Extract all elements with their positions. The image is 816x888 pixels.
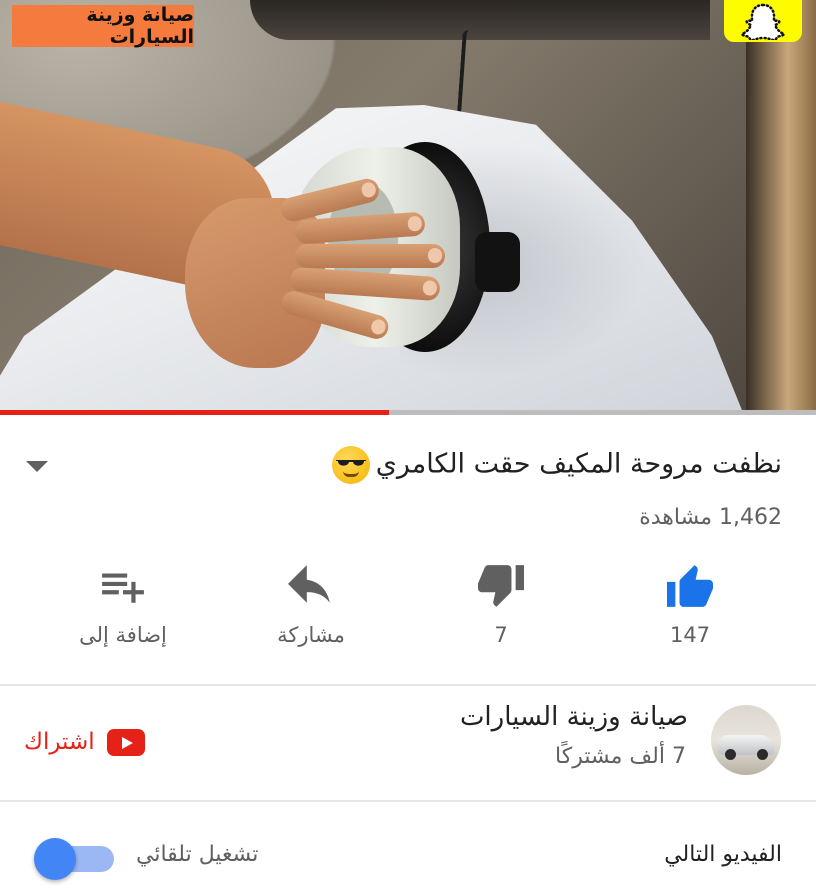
divider <box>0 684 816 686</box>
snapchat-logo-icon <box>724 0 802 42</box>
video-player[interactable]: صيانة وزينة السيارات <box>0 0 816 414</box>
video-frame-door-trim <box>746 0 816 414</box>
video-title-text: نظفت مروحة المكيف حقت الكامري <box>375 448 782 480</box>
up-next-heading: الفيديو التالي <box>664 842 782 867</box>
thumbs-up-icon <box>667 565 713 607</box>
subscribe-label: اشتراك <box>24 729 95 755</box>
video-overlay-title: صيانة وزينة السيارات <box>12 4 194 48</box>
like-count: 147 <box>669 623 711 647</box>
video-title: نظفت مروحة المكيف حقت الكامري <box>331 446 782 484</box>
expand-description-icon[interactable] <box>26 461 48 472</box>
like-button[interactable]: 147 <box>615 563 765 663</box>
sunglasses-emoji-icon <box>331 446 370 484</box>
channel-name[interactable]: صيانة وزينة السيارات <box>460 702 688 732</box>
channel-avatar[interactable] <box>711 705 781 775</box>
divider <box>0 800 816 802</box>
view-count: 1,462 مشاهدة <box>639 505 782 530</box>
thumbs-down-icon <box>478 565 524 607</box>
share-icon <box>288 565 330 603</box>
video-frame-hand <box>185 176 445 378</box>
youtube-play-icon <box>106 728 145 756</box>
add-to-playlist-icon <box>102 573 144 603</box>
video-progress-bar[interactable] <box>0 410 816 415</box>
video-frame-dashboard <box>250 0 710 40</box>
share-button[interactable]: مشاركة <box>236 563 386 663</box>
add-to-button[interactable]: إضافة إلى <box>48 563 198 663</box>
add-to-label: إضافة إلى <box>79 623 167 647</box>
subscriber-count: 7 ألف مشتركًا <box>555 744 686 769</box>
video-progress-fill <box>0 410 390 415</box>
dislike-count: 7 <box>494 623 508 647</box>
subscribe-button[interactable]: اشتراك <box>24 722 145 762</box>
dislike-button[interactable]: 7 <box>426 563 576 663</box>
share-label: مشاركة <box>277 623 345 647</box>
autoplay-label: تشغيل تلقائي <box>136 842 259 867</box>
autoplay-toggle[interactable] <box>34 838 114 880</box>
autoplay-toggle-thumb <box>34 838 76 880</box>
